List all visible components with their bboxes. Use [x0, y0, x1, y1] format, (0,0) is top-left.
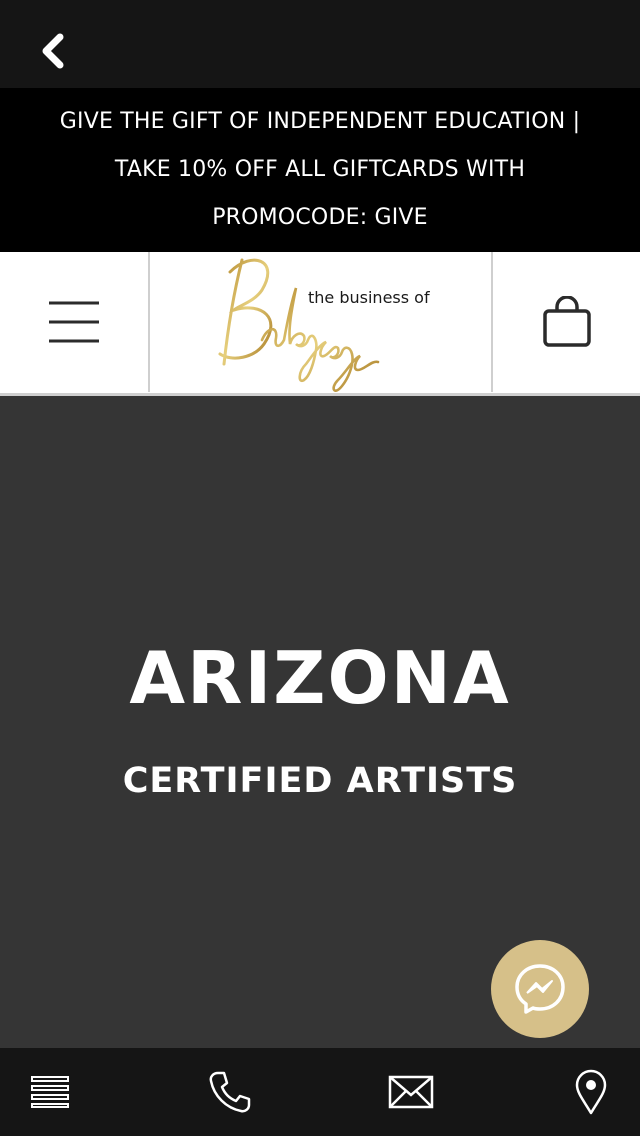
- bottom-tab-bar: [0, 1048, 640, 1136]
- mail-icon: [388, 1075, 434, 1109]
- brand-logo[interactable]: the business of: [150, 252, 491, 392]
- promo-line: PROMOCODE: GIVE: [212, 205, 428, 230]
- cart-button[interactable]: [491, 252, 640, 392]
- messenger-chat-button[interactable]: [491, 940, 589, 1038]
- promo-line: GIVE THE GIFT OF INDEPENDENT EDUCATION |: [59, 109, 581, 134]
- promo-text: GIVE THE GIFT OF INDEPENDENT EDUCATION |…: [20, 98, 620, 242]
- site-header: the business of: [0, 252, 640, 396]
- chevron-left-icon: [42, 33, 64, 69]
- list-icon: [31, 1076, 69, 1108]
- phone-icon: [209, 1071, 251, 1113]
- tab-location[interactable]: [541, 1048, 640, 1136]
- page-subtitle: CERTIFIED ARTISTS: [122, 761, 518, 801]
- messenger-icon: [515, 964, 565, 1014]
- menu-button[interactable]: [0, 252, 150, 392]
- balayage-script-logo: [218, 258, 380, 392]
- tab-phone[interactable]: [180, 1048, 280, 1136]
- tab-email[interactable]: [361, 1048, 461, 1136]
- logo-small-text: the business of: [308, 288, 430, 307]
- hamburger-menu-icon: [49, 301, 99, 343]
- top-nav-bar: [0, 0, 640, 88]
- promo-banner[interactable]: GIVE THE GIFT OF INDEPENDENT EDUCATION |…: [0, 88, 640, 252]
- back-button[interactable]: [28, 26, 78, 76]
- shopping-bag-icon: [542, 296, 591, 347]
- tab-list[interactable]: [0, 1048, 100, 1136]
- page-title: ARIZONA: [129, 636, 511, 720]
- location-pin-icon: [575, 1069, 607, 1115]
- promo-line: TAKE 10% OFF ALL GIFTCARDS WITH: [114, 157, 526, 182]
